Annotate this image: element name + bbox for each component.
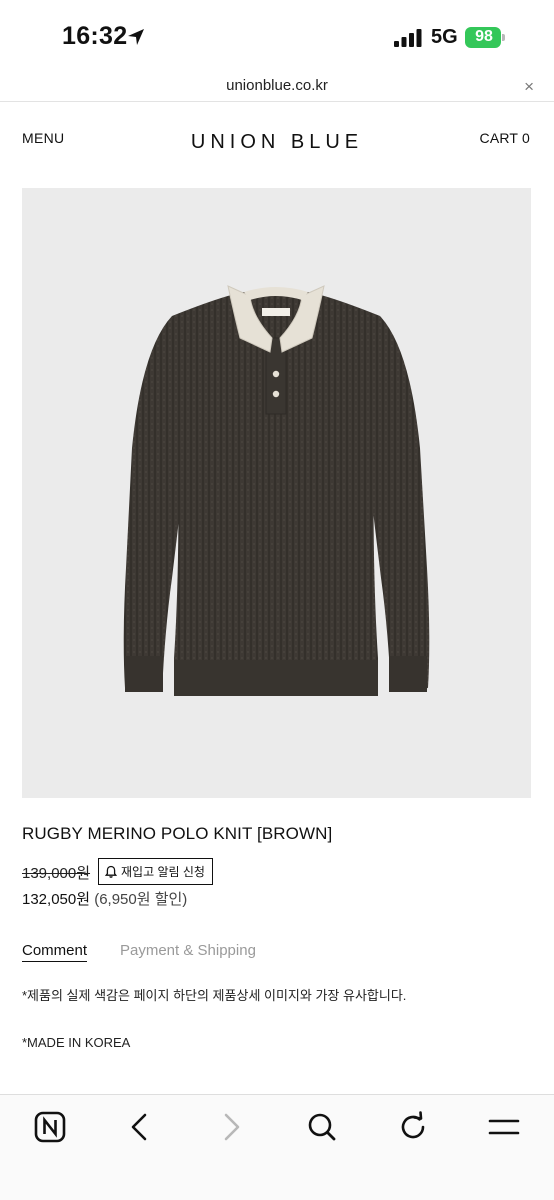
network-type: 5G bbox=[431, 26, 458, 48]
product-title: RUGBY MERINO POLO KNIT [BROWN] bbox=[22, 824, 333, 843]
search-icon[interactable] bbox=[304, 1109, 340, 1145]
bell-icon bbox=[104, 865, 118, 878]
address-bar[interactable]: unionblue.co.kr × bbox=[0, 72, 554, 102]
address-url[interactable]: unionblue.co.kr bbox=[0, 77, 554, 94]
cart-button[interactable]: CART 0 bbox=[480, 130, 530, 146]
tab-comment[interactable]: Comment bbox=[22, 942, 88, 962]
status-time: 16:32 bbox=[62, 22, 128, 50]
site-logo[interactable]: UNION BLUE bbox=[0, 131, 554, 154]
restock-alert-button[interactable]: 재입고 알림 신청 bbox=[98, 858, 213, 885]
product-image[interactable] bbox=[22, 188, 531, 798]
battery-level: 98 bbox=[475, 28, 493, 45]
menu-icon[interactable] bbox=[486, 1109, 522, 1145]
discount-amount: (6,950원 할인) bbox=[94, 891, 188, 908]
knit-polo-sweater-image bbox=[123, 285, 430, 696]
browser-toolbar bbox=[0, 1094, 554, 1200]
status-bar: 16:32 5G 98 bbox=[0, 0, 554, 72]
reload-icon[interactable] bbox=[395, 1109, 431, 1145]
color-notice: *제품의 실제 색감은 페이지 하단의 제품상세 이미지와 가장 유사합니다. bbox=[22, 988, 407, 1003]
forward-icon[interactable] bbox=[213, 1109, 249, 1145]
cellular-signal-icon bbox=[394, 29, 422, 47]
sale-price: 132,050원 bbox=[22, 891, 91, 908]
tab-payment-shipping[interactable]: Payment & Shipping bbox=[120, 942, 256, 959]
sale-price-row: 132,050원 (6,950원 할인) bbox=[22, 888, 187, 909]
battery-icon: 98 bbox=[465, 27, 505, 48]
restock-label: 재입고 알림 신청 bbox=[121, 865, 205, 879]
made-in-label: *MADE IN KOREA bbox=[22, 1035, 131, 1050]
close-icon[interactable]: × bbox=[524, 77, 534, 97]
original-price: 139,000원 bbox=[22, 865, 91, 882]
page: 16:32 5G 98 unionblue.co.kr × MENU UNION… bbox=[0, 0, 554, 1200]
back-icon[interactable] bbox=[122, 1109, 158, 1145]
naver-home-icon[interactable] bbox=[32, 1109, 68, 1145]
location-arrow-icon bbox=[128, 29, 144, 45]
